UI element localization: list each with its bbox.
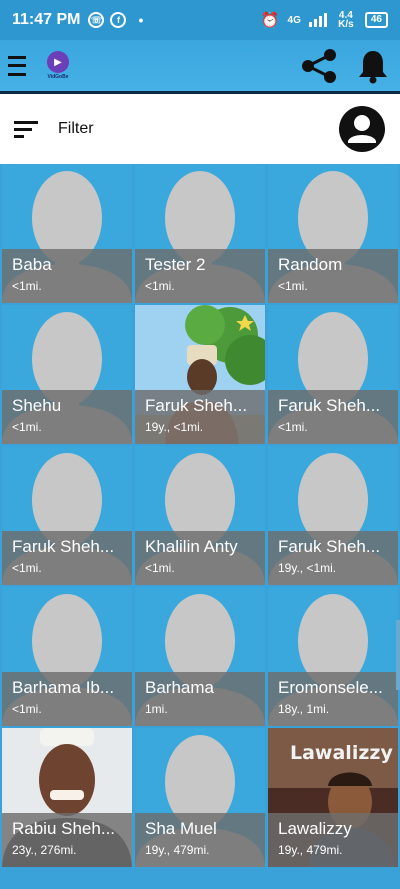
profile-name: Barhama Ib... — [12, 678, 115, 697]
alarm-icon: ⏰ — [260, 12, 280, 29]
profile-caption: Faruk Sheh... 19y., <1mi. — [268, 531, 398, 585]
profile-name: Tester 2 — [145, 255, 206, 274]
account-icon[interactable] — [338, 105, 386, 153]
profile-card[interactable]: Faruk Sheh... <1mi. — [2, 446, 132, 585]
profile-caption: Khalilin Anty <1mi. — [135, 531, 265, 585]
profile-card[interactable]: Barhama 1mi. — [135, 587, 265, 726]
profile-caption: Faruk Sheh... <1mi. — [268, 390, 398, 444]
profile-card[interactable]: Eromonsele... 18y., 1mi. — [268, 587, 398, 726]
profile-distance: <1mi. — [12, 420, 42, 434]
profile-caption: Baba <1mi. — [2, 249, 132, 303]
profile-distance: 19y., <1mi. — [278, 561, 337, 575]
status-bar: 11:47 PM ☏ f • ⏰ 4G 4.4 K/s 46 — [0, 0, 400, 40]
profile-name: Lawalizzy — [278, 819, 352, 838]
profile-card[interactable]: Tester 2 <1mi. — [135, 164, 265, 303]
app-logo: ▶ VidGoBe — [44, 51, 72, 80]
profile-card[interactable]: Rabiu Sheh... 23y., 276mi. — [2, 728, 132, 867]
clock: 11:47 PM — [12, 11, 81, 28]
profile-distance: <1mi. — [278, 279, 308, 293]
profile-card[interactable]: Barhama Ib... <1mi. — [2, 587, 132, 726]
profile-card[interactable]: Faruk Sheh... 19y., <1mi. — [268, 446, 398, 585]
profile-card[interactable]: Sha Muel 19y., 479mi. — [135, 728, 265, 867]
network-speed: 4.4 K/s — [338, 10, 354, 30]
menu-icon[interactable] — [8, 55, 26, 76]
profile-distance: 19y., 479mi. — [278, 843, 343, 857]
profile-name: Faruk Sheh... — [278, 396, 381, 415]
profile-name: Khalilin Anty — [145, 537, 238, 556]
profile-caption: Faruk Sheh... 19y., <1mi. — [135, 390, 265, 444]
profile-distance: 18y., 1mi. — [278, 702, 330, 716]
photo-overlay-text: Lawalizzy — [290, 742, 393, 764]
filter-icon[interactable] — [14, 120, 38, 138]
profile-caption: Sha Muel 19y., 479mi. — [135, 813, 265, 867]
profile-caption: Tester 2 <1mi. — [135, 249, 265, 303]
profile-caption: Faruk Sheh... <1mi. — [2, 531, 132, 585]
profile-card[interactable]: Faruk Sheh... <1mi. — [268, 305, 398, 444]
profile-name: Eromonsele... — [278, 678, 383, 697]
profile-caption: Lawalizzy 19y., 479mi. — [268, 813, 398, 867]
profile-caption: Random <1mi. — [268, 249, 398, 303]
profile-card[interactable]: Faruk Sheh... 19y., <1mi. — [135, 305, 265, 444]
profile-caption: Eromonsele... 18y., 1mi. — [268, 672, 398, 726]
app-bar: ▶ VidGoBe — [0, 40, 400, 94]
profile-distance: 19y., <1mi. — [145, 420, 204, 434]
profile-name: Barhama — [145, 678, 214, 697]
profile-distance: <1mi. — [145, 561, 175, 575]
logo-text: VidGoBe — [47, 74, 69, 80]
profile-card[interactable]: Random <1mi. — [268, 164, 398, 303]
profile-name: Shehu — [12, 396, 62, 415]
profile-grid: Baba <1mi. Tester 2 <1mi. Random <1mi. Shehu <1… — [0, 164, 400, 889]
profile-name: Rabiu Sheh... — [12, 819, 116, 838]
notification-dot-icon: • — [138, 12, 144, 28]
profile-card[interactable]: Baba <1mi. — [2, 164, 132, 303]
facebook-icon: f — [110, 12, 127, 28]
battery-icon: 46 — [364, 12, 388, 28]
profile-card[interactable]: Shehu <1mi. — [2, 305, 132, 444]
profile-name: Faruk Sheh... — [278, 537, 381, 556]
profile-distance: <1mi. — [145, 279, 175, 293]
profile-caption: Barhama 1mi. — [135, 672, 265, 726]
profile-card[interactable]: Khalilin Anty <1mi. — [135, 446, 265, 585]
filter-label[interactable]: Filter — [58, 120, 94, 138]
bell-icon[interactable] — [358, 48, 388, 84]
profile-name: Sha Muel — [145, 819, 217, 838]
globe-play-icon: ▶ — [47, 51, 69, 73]
status-icons: ⏰ 4G 4.4 K/s 46 — [260, 10, 388, 30]
profile-caption: Barhama Ib... <1mi. — [2, 672, 132, 726]
filter-bar[interactable]: Filter — [0, 94, 400, 164]
network-type: 4G — [287, 14, 301, 26]
profile-distance: <1mi. — [12, 279, 42, 293]
profile-caption: Rabiu Sheh... 23y., 276mi. — [2, 813, 132, 867]
profile-distance: 19y., 479mi. — [145, 843, 210, 857]
whatsapp-icon: ☏ — [88, 12, 105, 28]
profile-distance: <1mi. — [12, 561, 42, 575]
profile-distance: 23y., 276mi. — [12, 843, 77, 857]
profile-name: Faruk Sheh... — [145, 396, 248, 415]
scrollbar[interactable] — [396, 620, 400, 690]
profile-name: Faruk Sheh... — [12, 537, 115, 556]
profile-distance: 1mi. — [145, 702, 168, 716]
profile-name: Baba — [12, 255, 52, 274]
profile-card[interactable]: Lawalizzy Lawalizzy 19y., 479mi. — [268, 728, 398, 867]
profile-distance: <1mi. — [278, 420, 308, 434]
signal-icon — [308, 13, 327, 27]
profile-distance: <1mi. — [12, 702, 42, 716]
share-icon[interactable] — [300, 48, 338, 84]
profile-caption: Shehu <1mi. — [2, 390, 132, 444]
profile-name: Random — [278, 255, 343, 274]
